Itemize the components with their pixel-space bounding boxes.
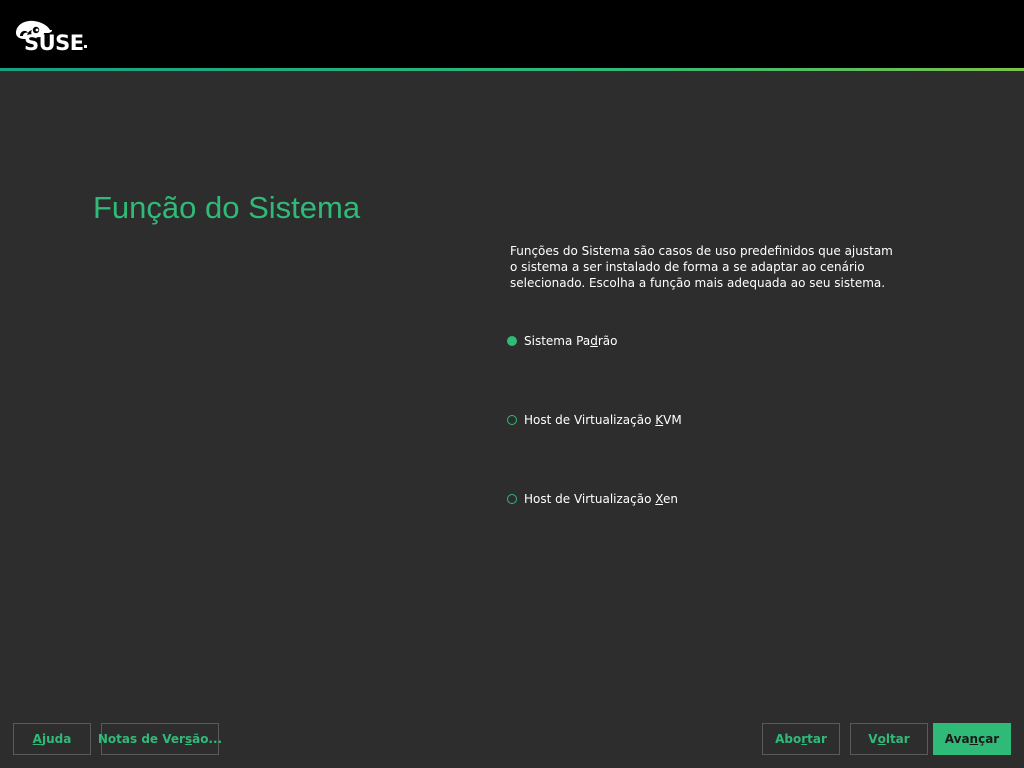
release-notes-label: Notas de Ver bbox=[97, 732, 185, 746]
page-title: Função do Sistema bbox=[93, 190, 361, 225]
next-button[interactable]: Ava n çar bbox=[933, 723, 1011, 755]
role-label-text: en bbox=[662, 492, 678, 506]
role-label-text: VM bbox=[663, 413, 682, 427]
next-button-mnemonic: n bbox=[969, 732, 979, 746]
header-accent-line bbox=[0, 68, 1024, 71]
role-label: Host de Virtualização KVM bbox=[524, 413, 682, 427]
logo-text: SUSE bbox=[24, 31, 84, 55]
suse-logo: SUSE bbox=[14, 17, 90, 57]
radio-selected-icon[interactable] bbox=[507, 336, 517, 346]
release-notes-label: ão... bbox=[192, 732, 223, 746]
role-label: Host de Virtualização Xen bbox=[524, 492, 678, 506]
header-bar: SUSE bbox=[0, 0, 1024, 68]
role-label-text: Host de Virtualização bbox=[524, 413, 656, 427]
logo-dot bbox=[84, 45, 87, 48]
release-notes-mnemonic: s bbox=[184, 732, 193, 746]
help-button-label: juda bbox=[41, 732, 72, 746]
role-label: Sistema Padrão bbox=[524, 334, 617, 348]
radio-unselected-icon[interactable] bbox=[507, 415, 517, 425]
role-label-text: Sistema Pa bbox=[524, 334, 591, 348]
abort-button[interactable]: Abo r tar bbox=[762, 723, 840, 755]
abort-button-label: tar bbox=[807, 732, 827, 746]
back-button-mnemonic: o bbox=[877, 732, 886, 746]
role-label-text: rão bbox=[597, 334, 618, 348]
role-label-mnemonic: d bbox=[590, 334, 598, 348]
release-notes-button[interactable]: Notas de Ver s ão... bbox=[97, 723, 223, 755]
next-button-label: Ava bbox=[944, 732, 970, 746]
back-button-label: ltar bbox=[885, 732, 910, 746]
back-button-label: V bbox=[868, 732, 878, 746]
description-text: Funções do Sistema são casos de uso pred… bbox=[510, 244, 893, 290]
role-option-kvm-host[interactable]: Host de Virtualização KVM bbox=[507, 411, 682, 429]
role-option-standard-system[interactable]: Sistema Padrão bbox=[507, 332, 617, 350]
help-button[interactable]: Ajuda bbox=[13, 723, 91, 755]
role-label-mnemonic: X bbox=[655, 492, 663, 506]
role-label-mnemonic: K bbox=[655, 413, 664, 427]
radio-unselected-icon[interactable] bbox=[507, 494, 517, 504]
role-label-text: Host de Virtualização bbox=[524, 492, 656, 506]
help-button-mnemonic: A bbox=[32, 732, 42, 746]
next-button-label: çar bbox=[978, 732, 1000, 746]
back-button[interactable]: Vo ltar bbox=[850, 723, 928, 755]
abort-button-label: Abo bbox=[775, 732, 802, 746]
role-option-xen-host[interactable]: Host de Virtualização Xen bbox=[507, 490, 678, 508]
